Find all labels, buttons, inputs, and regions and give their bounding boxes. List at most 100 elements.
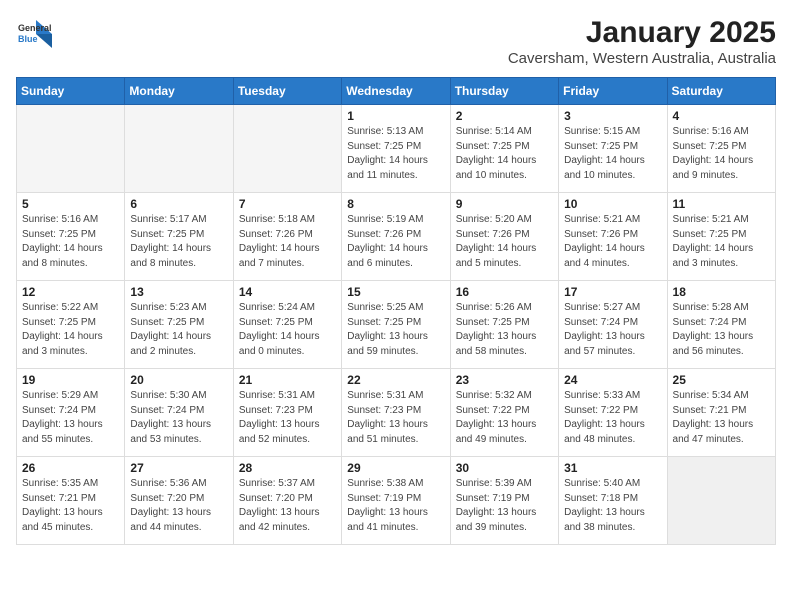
calendar-cell: 22 Sunrise: 5:31 AM Sunset: 7:23 PM Dayli…	[342, 369, 450, 457]
day-number: 21	[239, 373, 336, 387]
day-detail: Sunrise: 5:27 AM Sunset: 7:24 PM Dayligh…	[564, 301, 661, 359]
day-detail: Sunrise: 5:19 AM Sunset: 7:26 PM Dayligh…	[347, 213, 444, 271]
calendar-cell: 26Sunrise: 5:35 AM Sunset: 7:21 PM Dayli…	[17, 457, 125, 545]
day-detail: Sunrise: 5:30 AM Sunset: 7:24 PM Dayligh…	[130, 389, 227, 447]
calendar-cell: 20 Sunrise: 5:30 AM Sunset: 7:24 PM Dayli…	[125, 369, 233, 457]
day-number: 25	[673, 373, 770, 387]
day-detail: Sunrise: 5:16 AM Sunset: 7:25 PM Dayligh…	[673, 125, 770, 183]
calendar-cell: 25 Sunrise: 5:34 AM Sunset: 7:21 PM Dayli…	[667, 369, 775, 457]
day-detail: Sunrise: 5:37 AM Sunset: 7:20 PM Dayligh…	[239, 477, 336, 535]
day-detail: Sunrise: 5:14 AM Sunset: 7:25 PM Dayligh…	[456, 125, 553, 183]
day-detail: Sunrise: 5:18 AM Sunset: 7:26 PM Dayligh…	[239, 213, 336, 271]
day-detail: Sunrise: 5:32 AM Sunset: 7:22 PM Dayligh…	[456, 389, 553, 447]
calendar-cell: 4 Sunrise: 5:16 AM Sunset: 7:25 PM Daylig…	[667, 105, 775, 193]
day-number: 15	[347, 285, 444, 299]
day-number: 23	[456, 373, 553, 387]
calendar-cell: 28 Sunrise: 5:37 AM Sunset: 7:20 PM Dayli…	[233, 457, 341, 545]
calendar-cell: 3Sunrise: 5:15 AM Sunset: 7:25 PM Daylig…	[559, 105, 667, 193]
day-detail: Sunrise: 5:38 AM Sunset: 7:19 PM Dayligh…	[347, 477, 444, 535]
day-detail: Sunrise: 5:21 AM Sunset: 7:26 PM Dayligh…	[564, 213, 661, 271]
day-detail: Sunrise: 5:22 AM Sunset: 7:25 PM Dayligh…	[22, 301, 119, 359]
calendar-week-3: 12 Sunrise: 5:22 AM Sunset: 7:25 PM Dayli…	[17, 281, 776, 369]
day-detail: Sunrise: 5:23 AM Sunset: 7:25 PM Dayligh…	[130, 301, 227, 359]
calendar-cell: 31 Sunrise: 5:40 AM Sunset: 7:18 PM Dayli…	[559, 457, 667, 545]
day-number: 16	[456, 285, 553, 299]
title-block: January 2025 Caversham, Western Australi…	[508, 16, 776, 67]
logo-icon: General Blue	[16, 16, 52, 52]
day-number: 28	[239, 461, 336, 475]
calendar-cell: 5 Sunrise: 5:16 AM Sunset: 7:25 PM Daylig…	[17, 193, 125, 281]
calendar-cell	[233, 105, 341, 193]
page-title: January 2025	[508, 16, 776, 50]
calendar-cell: 13 Sunrise: 5:23 AM Sunset: 7:25 PM Dayli…	[125, 281, 233, 369]
day-number: 14	[239, 285, 336, 299]
calendar-cell	[17, 105, 125, 193]
logo: General Blue	[16, 16, 52, 52]
day-number: 8	[347, 197, 444, 211]
day-detail: Sunrise: 5:24 AM Sunset: 7:25 PM Dayligh…	[239, 301, 336, 359]
svg-text:Blue: Blue	[18, 34, 38, 44]
calendar-header-tuesday: Tuesday	[233, 78, 341, 105]
calendar-header-sunday: Sunday	[17, 78, 125, 105]
day-number: 20	[130, 373, 227, 387]
calendar-cell: 9 Sunrise: 5:20 AM Sunset: 7:26 PM Daylig…	[450, 193, 558, 281]
calendar-cell: 18Sunrise: 5:28 AM Sunset: 7:24 PM Dayli…	[667, 281, 775, 369]
day-detail: Sunrise: 5:33 AM Sunset: 7:22 PM Dayligh…	[564, 389, 661, 447]
day-detail: Sunrise: 5:21 AM Sunset: 7:25 PM Dayligh…	[673, 213, 770, 271]
calendar-cell: 15 Sunrise: 5:25 AM Sunset: 7:25 PM Dayli…	[342, 281, 450, 369]
calendar-week-2: 5 Sunrise: 5:16 AM Sunset: 7:25 PM Daylig…	[17, 193, 776, 281]
calendar-header-friday: Friday	[559, 78, 667, 105]
page-header: General Blue January 2025 Caversham, Wes…	[16, 16, 776, 67]
day-number: 30	[456, 461, 553, 475]
day-detail: Sunrise: 5:28 AM Sunset: 7:24 PM Dayligh…	[673, 301, 770, 359]
day-number: 11	[673, 197, 770, 211]
day-detail: Sunrise: 5:20 AM Sunset: 7:26 PM Dayligh…	[456, 213, 553, 271]
day-detail: Sunrise: 5:29 AM Sunset: 7:24 PM Dayligh…	[22, 389, 119, 447]
day-number: 17	[564, 285, 661, 299]
calendar-week-4: 19 Sunrise: 5:29 AM Sunset: 7:24 PM Dayli…	[17, 369, 776, 457]
calendar-cell: 8 Sunrise: 5:19 AM Sunset: 7:26 PM Daylig…	[342, 193, 450, 281]
calendar-header-thursday: Thursday	[450, 78, 558, 105]
calendar-header-monday: Monday	[125, 78, 233, 105]
day-detail: Sunrise: 5:16 AM Sunset: 7:25 PM Dayligh…	[22, 213, 119, 271]
day-number: 22	[347, 373, 444, 387]
page-subtitle: Caversham, Western Australia, Australia	[508, 50, 776, 67]
day-number: 29	[347, 461, 444, 475]
calendar-cell: 10 Sunrise: 5:21 AM Sunset: 7:26 PM Dayli…	[559, 193, 667, 281]
calendar-cell	[667, 457, 775, 545]
day-detail: Sunrise: 5:26 AM Sunset: 7:25 PM Dayligh…	[456, 301, 553, 359]
day-number: 7	[239, 197, 336, 211]
day-number: 12	[22, 285, 119, 299]
calendar-header-saturday: Saturday	[667, 78, 775, 105]
calendar-cell: 17 Sunrise: 5:27 AM Sunset: 7:24 PM Dayli…	[559, 281, 667, 369]
day-number: 9	[456, 197, 553, 211]
day-detail: Sunrise: 5:35 AM Sunset: 7:21 PM Dayligh…	[22, 477, 119, 535]
day-detail: Sunrise: 5:34 AM Sunset: 7:21 PM Dayligh…	[673, 389, 770, 447]
calendar-cell: 19 Sunrise: 5:29 AM Sunset: 7:24 PM Dayli…	[17, 369, 125, 457]
day-number: 6	[130, 197, 227, 211]
calendar-cell: 2Sunrise: 5:14 AM Sunset: 7:25 PM Daylig…	[450, 105, 558, 193]
day-number: 31	[564, 461, 661, 475]
calendar-cell: 14 Sunrise: 5:24 AM Sunset: 7:25 PM Dayli…	[233, 281, 341, 369]
calendar-cell: 23 Sunrise: 5:32 AM Sunset: 7:22 PM Dayli…	[450, 369, 558, 457]
day-number: 1	[347, 109, 444, 123]
day-number: 19	[22, 373, 119, 387]
calendar-cell: 12 Sunrise: 5:22 AM Sunset: 7:25 PM Dayli…	[17, 281, 125, 369]
day-detail: Sunrise: 5:25 AM Sunset: 7:25 PM Dayligh…	[347, 301, 444, 359]
calendar-cell	[125, 105, 233, 193]
day-number: 10	[564, 197, 661, 211]
day-number: 5	[22, 197, 119, 211]
day-number: 4	[673, 109, 770, 123]
calendar-cell: 27Sunrise: 5:36 AM Sunset: 7:20 PM Dayli…	[125, 457, 233, 545]
calendar-table: SundayMondayTuesdayWednesdayThursdayFrid…	[16, 77, 776, 545]
day-detail: Sunrise: 5:31 AM Sunset: 7:23 PM Dayligh…	[347, 389, 444, 447]
calendar-cell: 11 Sunrise: 5:21 AM Sunset: 7:25 PM Dayli…	[667, 193, 775, 281]
calendar-header-row: SundayMondayTuesdayWednesdayThursdayFrid…	[17, 78, 776, 105]
svg-text:General: General	[18, 23, 52, 33]
calendar-header-wednesday: Wednesday	[342, 78, 450, 105]
day-number: 13	[130, 285, 227, 299]
calendar-week-1: 1Sunrise: 5:13 AM Sunset: 7:25 PM Daylig…	[17, 105, 776, 193]
day-detail: Sunrise: 5:17 AM Sunset: 7:25 PM Dayligh…	[130, 213, 227, 271]
day-detail: Sunrise: 5:40 AM Sunset: 7:18 PM Dayligh…	[564, 477, 661, 535]
day-number: 3	[564, 109, 661, 123]
